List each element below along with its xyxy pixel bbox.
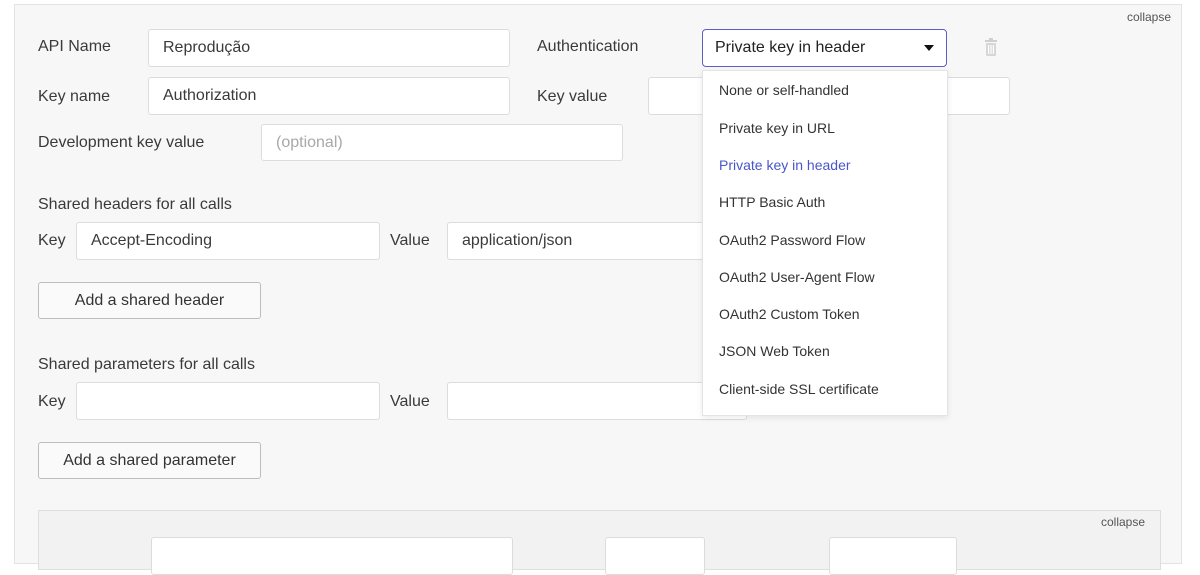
- auth-option-oauth2-user-agent[interactable]: OAuth2 User-Agent Flow: [719, 269, 875, 285]
- api-name-input[interactable]: Reprodução: [148, 29, 510, 67]
- call-type-field[interactable]: [605, 537, 705, 575]
- collapse-link[interactable]: collapse: [1127, 10, 1171, 24]
- authentication-dropdown-menu: None or self-handled Private key in URL …: [702, 70, 948, 416]
- api-name-value: Reprodução: [163, 39, 251, 56]
- auth-option-http-basic[interactable]: HTTP Basic Auth: [719, 194, 825, 210]
- add-shared-parameter-label: Add a shared parameter: [63, 451, 236, 469]
- auth-option-jwt[interactable]: JSON Web Token: [719, 343, 830, 359]
- caret-down-icon: [924, 45, 934, 51]
- auth-option-none[interactable]: None or self-handled: [719, 82, 849, 98]
- add-shared-header-button[interactable]: Add a shared header: [38, 282, 261, 319]
- auth-option-key-in-header[interactable]: Private key in header: [719, 157, 851, 173]
- key-value-label: Key value: [537, 88, 608, 105]
- key-name-label: Key name: [38, 88, 111, 105]
- key-name-value: Authorization: [163, 87, 257, 104]
- trash-icon[interactable]: [983, 38, 999, 58]
- authentication-label: Authentication: [537, 38, 639, 55]
- auth-option-oauth2-password[interactable]: OAuth2 Password Flow: [719, 232, 865, 248]
- authentication-selected-value: Private key in header: [715, 39, 866, 56]
- parameter-value-label: Value: [390, 393, 430, 410]
- api-name-label: API Name: [38, 38, 111, 55]
- call-option-field[interactable]: [829, 537, 957, 575]
- inner-collapse-link[interactable]: collapse: [1101, 515, 1145, 529]
- auth-option-oauth2-custom-token[interactable]: OAuth2 Custom Token: [719, 306, 860, 322]
- call-name-input[interactable]: [151, 537, 513, 575]
- parameter-key-label: Key: [38, 393, 66, 410]
- shared-parameters-title: Shared parameters for all calls: [38, 356, 255, 373]
- add-shared-parameter-button[interactable]: Add a shared parameter: [38, 442, 261, 479]
- header-key-input[interactable]: Accept-Encoding: [76, 222, 380, 260]
- shared-headers-title: Shared headers for all calls: [38, 196, 232, 213]
- parameter-key-input[interactable]: [76, 382, 380, 420]
- development-key-placeholder: (optional): [276, 133, 343, 151]
- add-shared-header-label: Add a shared header: [74, 291, 225, 309]
- development-key-label: Development key value: [38, 134, 205, 151]
- auth-option-key-in-url[interactable]: Private key in URL: [719, 120, 835, 136]
- header-value-value: application/json: [462, 232, 573, 249]
- header-key-label: Key: [38, 232, 66, 249]
- key-name-input[interactable]: Authorization: [148, 77, 510, 115]
- header-value-label: Value: [390, 232, 430, 249]
- api-call-panel: collapse: [38, 510, 1161, 575]
- authentication-select[interactable]: Private key in header: [702, 29, 947, 67]
- header-key-value: Accept-Encoding: [91, 232, 212, 249]
- auth-option-ssl-certificate[interactable]: Client-side SSL certificate: [719, 381, 879, 397]
- development-key-input[interactable]: (optional): [261, 124, 623, 161]
